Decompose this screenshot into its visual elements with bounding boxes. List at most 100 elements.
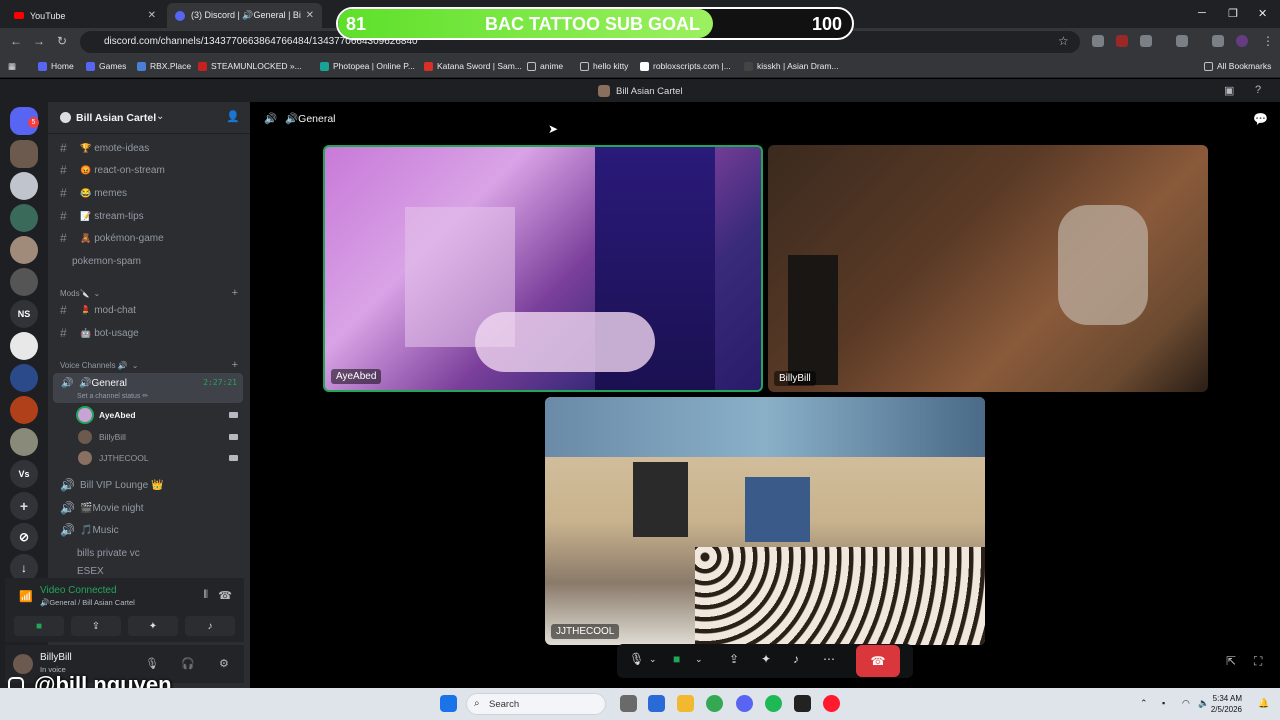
channel-item[interactable]: # 🧸 pokémon-game	[56, 228, 242, 248]
channel-item[interactable]: # 🤖 bot-usage	[56, 323, 242, 343]
notification-icon[interactable]: 🔔	[1258, 698, 1269, 709]
close-tab-icon[interactable]: ✕	[306, 10, 314, 21]
avatar[interactable]	[13, 654, 33, 674]
volume-icon[interactable]: 🔈	[1198, 698, 1209, 709]
channel-item[interactable]: # 🏆 emote-ideas	[56, 138, 242, 158]
soundboard-button[interactable]: ♪	[185, 616, 235, 636]
server-icon[interactable]	[10, 396, 38, 424]
bookmark-kisskh[interactable]: kisskh | Asian Dram...	[744, 61, 839, 71]
server-icon[interactable]	[10, 364, 38, 392]
voice-channel-item[interactable]: bills private vc	[56, 543, 242, 563]
side-panel-icon[interactable]	[1176, 35, 1188, 47]
add-server-icon[interactable]: +	[10, 492, 38, 520]
channel-item[interactable]: # 💄 mod-chat	[56, 300, 242, 320]
soundboard-icon[interactable]: ♪	[793, 652, 799, 666]
bookmark-hello-kitty[interactable]: hello kitty	[580, 61, 628, 71]
video-tile-billybill[interactable]: BillyBill	[768, 145, 1208, 392]
signal-icon[interactable]: 📶	[19, 590, 33, 603]
channel-item[interactable]: # 😡 react-on-stream	[56, 160, 242, 180]
video-tile-ayeabed[interactable]: AyeAbed	[323, 145, 763, 392]
tab-youtube[interactable]: YouTube ✕	[6, 3, 164, 28]
chevron-down-icon[interactable]: ⌄	[695, 654, 703, 665]
category-mods[interactable]: Mods🔪 ⌄ +	[60, 287, 238, 299]
server-icon[interactable]	[10, 428, 38, 456]
server-vs[interactable]: Vs	[10, 460, 38, 488]
more-options-icon[interactable]: ⋯	[823, 652, 835, 666]
invite-icon[interactable]: 👤	[226, 110, 240, 123]
camera-button[interactable]: ■	[14, 616, 64, 636]
bookmark-robloxscripts[interactable]: robloxscripts.com |...	[640, 61, 731, 71]
voice-user[interactable]: AyeAbed	[78, 406, 238, 424]
bookmark-anime[interactable]: anime	[527, 61, 563, 71]
chevron-down-icon[interactable]: ⌄	[649, 654, 657, 665]
extensions-puzzle-icon[interactable]	[1140, 35, 1152, 47]
taskbar-search[interactable]: ⌕ Search	[466, 693, 606, 715]
opera-icon[interactable]	[823, 695, 840, 712]
add-channel-icon[interactable]: +	[232, 359, 238, 371]
help-icon[interactable]: ?	[1255, 84, 1261, 96]
spotify-icon[interactable]	[765, 695, 782, 712]
voice-channel-item[interactable]: ESEX	[56, 565, 242, 577]
app-icon[interactable]	[648, 695, 665, 712]
fullscreen-icon[interactable]: ⛶	[1254, 654, 1262, 669]
server-icon[interactable]	[10, 172, 38, 200]
chrome-icon[interactable]	[706, 695, 723, 712]
tab-discord[interactable]: (3) Discord | 🔊General | Bi ✕	[167, 3, 322, 28]
server-icon[interactable]	[10, 268, 38, 296]
channel-item[interactable]: # 😂 memes	[56, 183, 242, 203]
all-bookmarks[interactable]: All Bookmarks	[1204, 61, 1271, 71]
bookmark-star-icon[interactable]: ☆	[1058, 34, 1069, 48]
reload-icon[interactable]: ↻	[57, 34, 67, 48]
microphone-icon[interactable]: 🎙	[145, 657, 159, 670]
apps-icon[interactable]: ▦	[8, 61, 16, 72]
channel-item[interactable]: # 📝 stream-tips	[56, 206, 242, 226]
voice-channel-item[interactable]: 🔊 Bill VIP Lounge 👑	[56, 475, 242, 495]
disconnect-icon[interactable]: ☎	[218, 589, 232, 602]
settings-gear-icon[interactable]: ⚙	[219, 657, 229, 670]
profile-avatar[interactable]	[1236, 35, 1248, 47]
inbox-icon[interactable]: ▣	[1224, 84, 1234, 97]
voice-channel-general[interactable]: 🔊 🔊General 2:27:21 Set a channel status …	[53, 373, 243, 403]
clock[interactable]: 5:34 AM 2/5/2026	[1211, 693, 1242, 715]
screen-share-icon[interactable]: ⇪	[729, 652, 739, 666]
bookmark-rbx[interactable]: RBX.Place	[137, 61, 191, 71]
channel-item[interactable]: pokemon-spam	[56, 251, 242, 271]
bookmark-katana[interactable]: Katana Sword | Sam...	[424, 61, 522, 71]
connection-location[interactable]: 🔊General / Bill Asian Cartel	[40, 598, 135, 607]
minimize-icon[interactable]: ─	[1198, 7, 1206, 19]
file-explorer-icon[interactable]	[677, 695, 694, 712]
server-icon[interactable]	[10, 332, 38, 360]
windows-start-icon[interactable]	[440, 695, 457, 712]
activities-button[interactable]: ✦	[128, 616, 178, 636]
camera-icon[interactable]: ■	[673, 652, 680, 666]
app-icon[interactable]	[794, 695, 811, 712]
channel-status[interactable]: Set a channel status ✏	[77, 392, 148, 400]
task-view-icon[interactable]	[620, 695, 637, 712]
forward-icon[interactable]: →	[33, 34, 45, 48]
noise-suppression-icon[interactable]: ⫴	[203, 589, 208, 602]
voice-channel-item[interactable]: 🔊 🎵Music	[56, 520, 242, 540]
popout-icon[interactable]: ⇱	[1226, 654, 1236, 668]
extension-icon[interactable]	[1116, 35, 1128, 47]
video-tile-jjthecool[interactable]: JJTHECOOL	[545, 397, 985, 645]
more-menu-icon[interactable]: ⋮	[1262, 34, 1274, 48]
chat-icon[interactable]: 💬	[1253, 112, 1268, 126]
close-tab-icon[interactable]: ✕	[148, 10, 156, 21]
server-header[interactable]: Bill Asian Cartel ⌄ 👤	[48, 102, 250, 134]
tray-app-icon[interactable]: ▪	[1162, 698, 1165, 708]
media-icon[interactable]	[1212, 35, 1224, 47]
discord-icon[interactable]	[736, 695, 753, 712]
server-icon[interactable]	[10, 236, 38, 264]
bookmark-steamunlocked[interactable]: STEAMUNLOCKED »...	[198, 61, 302, 71]
server-icon[interactable]	[10, 204, 38, 232]
category-voice[interactable]: Voice Channels 🔊 ⌄ +	[60, 359, 238, 371]
close-window-icon[interactable]: ✕	[1258, 7, 1267, 20]
add-channel-icon[interactable]: +	[232, 287, 238, 299]
maximize-icon[interactable]: ❐	[1228, 7, 1238, 20]
microphone-icon[interactable]: 🎙	[629, 652, 644, 666]
server-icon[interactable]	[10, 140, 38, 168]
headphones-icon[interactable]: 🎧	[181, 657, 195, 670]
voice-user[interactable]: JJTHECOOL	[78, 449, 238, 467]
bookmark-games[interactable]: Games	[86, 61, 126, 71]
extension-icon[interactable]	[1092, 35, 1104, 47]
